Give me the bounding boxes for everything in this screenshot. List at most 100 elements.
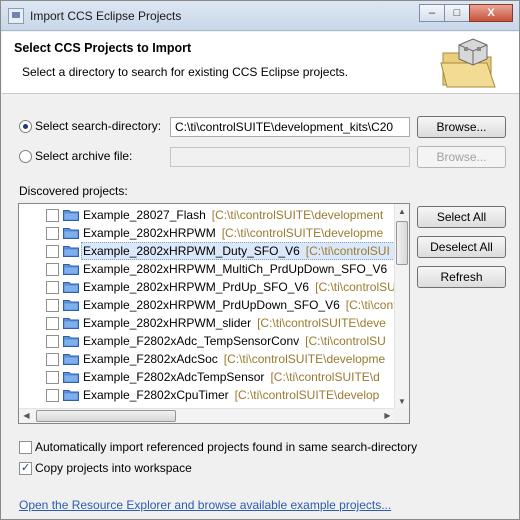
project-folder-icon [63, 336, 79, 347]
scroll-left-icon[interactable]: ◀ [19, 409, 34, 423]
project-row[interactable]: Example_2802xHRPWM_slider [C:\ti\controlS… [19, 314, 397, 332]
project-name: Example_F2802xCpuTimer [83, 388, 229, 402]
copy-projects-label: Copy projects into workspace [35, 461, 192, 475]
import-dialog: Import CCS Eclipse Projects – □ X Select… [0, 0, 520, 520]
copy-projects-checkbox[interactable] [19, 461, 32, 475]
refresh-button[interactable]: Refresh [417, 266, 506, 288]
project-name-text: Example_28027_Flash [C:\ti\controlSUITE\d… [83, 208, 383, 222]
project-checkbox[interactable] [46, 281, 59, 294]
discovered-projects-list[interactable]: Example_F2802xCpuTimer [C:\ti\controlSUIT… [18, 203, 410, 424]
project-checkbox[interactable] [46, 353, 59, 366]
project-checkbox[interactable] [46, 335, 59, 348]
project-name: Example_F2802xAdc_TempSensorConv [83, 334, 300, 348]
project-name: Example_2802xHRPWM [83, 226, 216, 240]
project-path: [C:\ti\controlSUITE\development [211, 208, 384, 222]
project-name-text: Example_F2802xCpuTimer [C:\ti\controlSUIT… [83, 388, 379, 402]
auto-import-checkbox[interactable] [19, 441, 32, 454]
discovered-projects-label: Discovered projects: [19, 184, 128, 198]
project-row[interactable]: Example_F2802xAdc_TempSensorConv [C:\ti\c… [19, 332, 397, 350]
project-path: [C:\ti\controlSUI [305, 244, 390, 258]
search-directory-input[interactable]: C:\ti\controlSUITE\development_kits\C20 [170, 117, 410, 137]
scrollbar-corner [394, 408, 409, 423]
project-name-text: Example_2802xHRPWM_Duty_SFO_V6 [C:\ti\con… [83, 244, 390, 258]
auto-import-label: Automatically import referenced projects… [35, 440, 418, 454]
search-directory-label: Select search-directory: [35, 119, 162, 133]
maximize-button[interactable]: □ [444, 4, 470, 22]
project-row[interactable]: Example_28027_Flash [C:\ti\controlSUITE\d… [19, 206, 397, 224]
wizard-title: Select CCS Projects to Import [14, 41, 192, 55]
project-folder-icon [63, 300, 79, 311]
project-folder-icon [63, 390, 79, 401]
project-path: [C:\ti\controlSU [315, 280, 396, 294]
scroll-up-icon[interactable]: ▲ [395, 204, 409, 219]
project-folder-icon [63, 246, 79, 257]
project-folder-icon [63, 282, 79, 293]
wizard-header: Select CCS Projects to Import Select a d… [2, 32, 519, 94]
project-row[interactable]: Example_2802xHRPWM_PrdUp_SFO_V6 [C:\ti\co… [19, 278, 397, 296]
project-path: [C:\ti\controlSUITE\deve [257, 316, 386, 330]
horizontal-scroll-thumb[interactable] [36, 410, 176, 422]
window-app-icon [8, 8, 24, 24]
vertical-scrollbar[interactable]: ▲ ▼ [394, 204, 409, 409]
project-checkbox[interactable] [46, 317, 59, 330]
horizontal-scrollbar[interactable]: ◀ ▶ [19, 408, 395, 423]
project-row[interactable]: Example_2802xHRPWM_PrdUpDown_SFO_V6 [C:\t… [19, 296, 400, 314]
project-row[interactable]: Example_2802xHRPWM [C:\ti\controlSUITE\de… [19, 224, 397, 242]
project-name-text: Example_F2802xAdc_TempSensorConv [C:\ti\c… [83, 334, 386, 348]
minimize-button[interactable]: – [419, 4, 445, 22]
project-name: Example_F2802xAdcSoc [83, 352, 218, 366]
project-name: Example_2802xHRPWM_PrdUp_SFO_V6 [83, 280, 310, 294]
resource-explorer-link[interactable]: Open the Resource Explorer and browse av… [19, 498, 391, 512]
title-bar[interactable]: Import CCS Eclipse Projects – □ X [1, 1, 519, 31]
project-name: Example_F2802xAdcTempSensor [83, 370, 265, 384]
project-name: Example_2802xHRPWM_Duty_SFO_V6 [83, 244, 300, 258]
scroll-down-icon[interactable]: ▼ [395, 394, 409, 409]
project-path: [C:\ti\controlSUITE\d [270, 370, 380, 384]
window-title: Import CCS Eclipse Projects [30, 9, 182, 23]
archive-file-radio[interactable] [19, 150, 32, 163]
archive-file-browse-button[interactable]: Browse... [417, 146, 506, 168]
import-folder-icon [440, 38, 496, 88]
project-path: [C:\ti\controlSU [305, 334, 386, 348]
scroll-right-icon[interactable]: ▶ [380, 409, 395, 423]
project-name: Example_2802xHRPWM_MultiCh_PrdUpDown_SFO… [83, 262, 388, 276]
project-checkbox[interactable] [46, 209, 59, 222]
search-directory-radio[interactable] [19, 120, 32, 133]
project-checkbox[interactable] [46, 299, 59, 312]
project-row[interactable]: Example_F2802xAdcTempSensor [C:\ti\contro… [19, 368, 397, 386]
project-checkbox[interactable] [46, 245, 59, 258]
project-name-text: Example_2802xHRPWM_slider [C:\ti\controlS… [83, 316, 386, 330]
vertical-scroll-thumb[interactable] [396, 221, 408, 265]
project-name-text: Example_2802xHRPWM_MultiCh_PrdUpDown_SFO… [83, 262, 408, 276]
project-row[interactable]: Example_F2802xAdcSoc [C:\ti\controlSUITE\… [19, 350, 397, 368]
project-checkbox[interactable] [46, 371, 59, 384]
project-path: [C:\ti\controlSUITE\developme [223, 352, 386, 366]
archive-file-input[interactable] [170, 147, 410, 167]
wizard-description: Select a directory to search for existin… [22, 65, 349, 79]
project-folder-icon [63, 372, 79, 383]
select-all-button[interactable]: Select All [417, 206, 506, 228]
project-row[interactable]: Example_2802xHRPWM_MultiCh_PrdUpDown_SFO… [19, 260, 408, 278]
project-folder-icon [63, 264, 79, 275]
close-button[interactable]: X [469, 4, 513, 22]
project-checkbox[interactable] [46, 227, 59, 240]
project-path: [C:\ti\contr [345, 298, 401, 312]
project-folder-icon [63, 210, 79, 221]
deselect-all-button[interactable]: Deselect All [417, 236, 506, 258]
project-folder-icon [63, 318, 79, 329]
project-name-text: Example_2802xHRPWM_PrdUp_SFO_V6 [C:\ti\co… [83, 280, 396, 294]
project-name-text: Example_2802xHRPWM [C:\ti\controlSUITE\de… [83, 226, 383, 240]
project-row[interactable]: Example_2802xHRPWM_Duty_SFO_V6 [C:\ti\con… [19, 242, 409, 260]
archive-file-label: Select archive file: [35, 149, 133, 163]
project-folder-icon [63, 354, 79, 365]
project-path: [C:\ti\controlSUITE\develop [234, 388, 380, 402]
project-row[interactable]: Example_F2802xCpuTimer [C:\ti\controlSUIT… [19, 386, 397, 404]
project-name: Example_2802xHRPWM_slider [83, 316, 252, 330]
project-name-text: Example_F2802xAdcTempSensor [C:\ti\contro… [83, 370, 380, 384]
project-checkbox[interactable] [46, 263, 59, 276]
search-directory-browse-button[interactable]: Browse... [417, 116, 506, 138]
project-path: [C:\ti\controlSUITE\developme [221, 226, 384, 240]
project-name-text: Example_2802xHRPWM_PrdUpDown_SFO_V6 [C:\t… [83, 298, 400, 312]
project-name: Example_2802xHRPWM_PrdUpDown_SFO_V6 [83, 298, 340, 312]
project-checkbox[interactable] [46, 389, 59, 402]
